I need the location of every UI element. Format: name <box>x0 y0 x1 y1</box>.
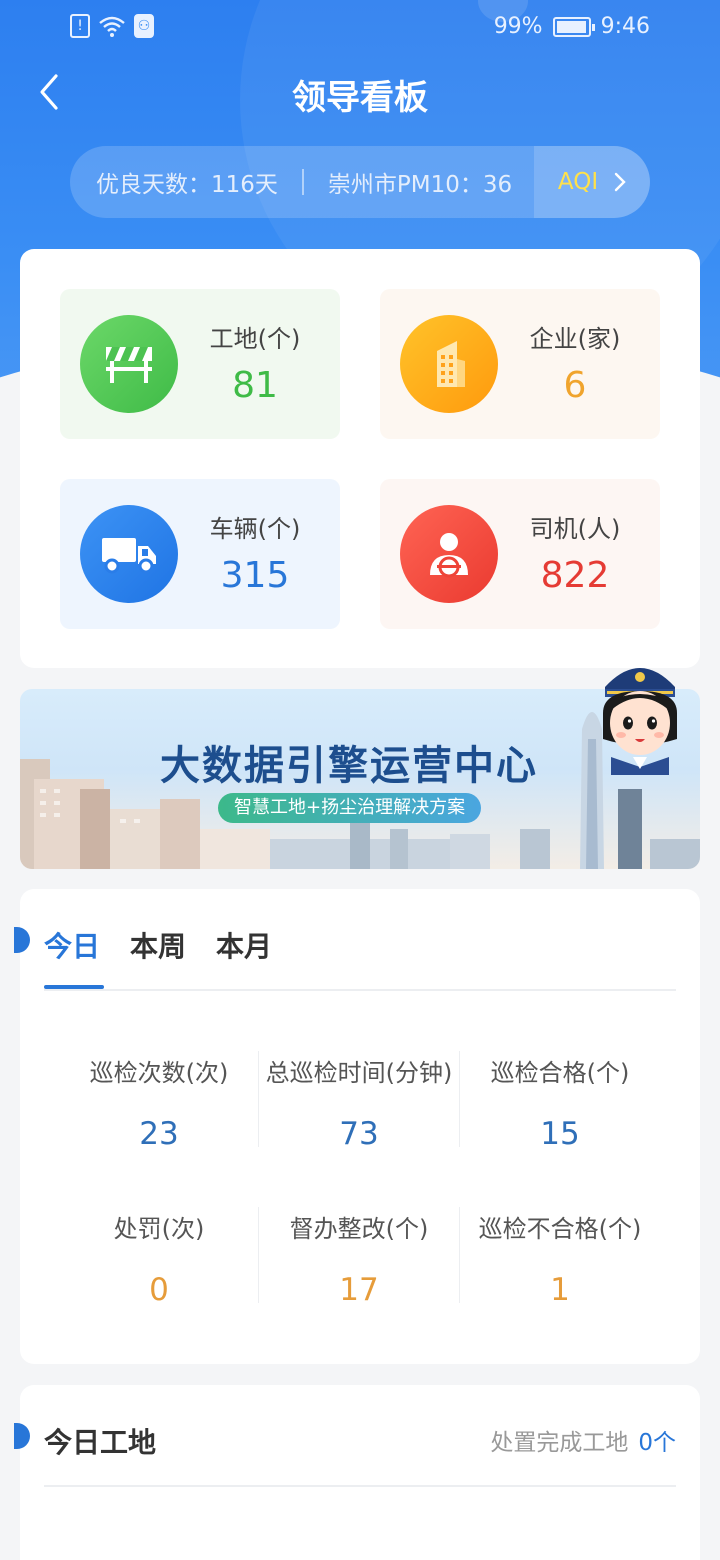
completed-sites-count: 0个 <box>638 1430 676 1456</box>
active-tab-indicator <box>44 985 104 989</box>
clock: 9:46 <box>600 14 650 39</box>
stat-drivers[interactable]: 司机(人) 822 <box>380 479 660 629</box>
construction-barrier-icon <box>80 315 178 413</box>
section-title: 今日工地 <box>44 1426 157 1459</box>
stat-label: 司机(人) <box>529 515 621 543</box>
aqi-summary-bar[interactable]: 优良天数：116天 崇州市PM10：36 AQI <box>70 146 650 218</box>
metric-inspection-passed[interactable]: 巡检合格(个) 15 <box>460 1053 660 1152</box>
police-mascot-icon <box>603 668 677 775</box>
good-days-text: 优良天数：116天 <box>96 172 278 198</box>
top-nav: 领导看板 <box>0 60 720 124</box>
metric-label: 巡检不合格(个) <box>478 1215 642 1243</box>
tab-this-month[interactable]: 本月 <box>216 925 272 965</box>
driver-icon <box>400 505 498 603</box>
pm10-text: 崇州市PM10：36 <box>327 172 513 198</box>
stat-vehicles[interactable]: 车辆(个) 315 <box>60 479 340 629</box>
stat-enterprises[interactable]: 企业(家) 6 <box>380 289 660 439</box>
metric-label: 处罚(次) <box>113 1215 205 1243</box>
today-sites-card: 今日工地 处置完成工地 0个 <box>14 1385 700 1560</box>
metric-inspection-count[interactable]: 巡检次数(次) 23 <box>59 1053 259 1152</box>
metric-label: 巡检次数(次) <box>89 1059 229 1087</box>
wifi-icon <box>98 14 126 38</box>
chevron-right-icon <box>614 172 626 192</box>
stat-value: 822 <box>540 555 610 596</box>
metric-value: 73 <box>339 1116 379 1152</box>
completed-sites-label: 处置完成工地 <box>490 1430 629 1456</box>
metric-label: 总巡检时间(分钟) <box>265 1059 453 1087</box>
banner-subtitle: 智慧工地+扬尘治理解决方案 <box>218 793 482 823</box>
metric-label: 巡检合格(个) <box>490 1059 630 1087</box>
metric-value: 0 <box>149 1272 169 1308</box>
page-title: 领导看板 <box>292 78 428 118</box>
banner-title: 大数据引擎运营中心 <box>160 743 538 789</box>
stat-label: 企业(家) <box>529 325 621 353</box>
stat-value: 6 <box>563 365 587 406</box>
divider <box>301 169 304 195</box>
stat-label: 车辆(个) <box>209 515 301 543</box>
battery-percent: 99% <box>493 14 543 39</box>
metric-inspection-failed[interactable]: 巡检不合格(个) 1 <box>460 1209 660 1308</box>
stat-construction-sites[interactable]: 工地(个) 81 <box>60 289 340 439</box>
tab-divider <box>44 989 676 991</box>
stat-label: 工地(个) <box>209 325 301 353</box>
stat-value: 315 <box>220 555 290 596</box>
building-icon <box>400 315 498 413</box>
aqi-label: AQI <box>557 169 599 195</box>
app-notification-icon: ⚇ <box>134 14 154 38</box>
metric-value: 15 <box>540 1116 580 1152</box>
period-tabs: 今日 本周 本月 <box>44 925 272 965</box>
divider <box>44 1485 676 1487</box>
metric-value: 23 <box>139 1116 179 1152</box>
truck-icon <box>80 505 178 603</box>
aqi-button[interactable]: AQI <box>534 146 650 218</box>
tab-today[interactable]: 今日 <box>44 925 100 965</box>
alert-icon: ! <box>70 14 90 38</box>
status-bar: ! ⚇ 99% 9:46 <box>0 0 720 56</box>
metric-value: 1 <box>550 1272 570 1308</box>
section-marker <box>14 1423 30 1449</box>
section-marker <box>14 927 30 953</box>
metric-inspection-time[interactable]: 总巡检时间(分钟) 73 <box>259 1053 459 1152</box>
completed-sites-summary[interactable]: 处置完成工地 0个 <box>490 1423 676 1457</box>
battery-icon <box>552 16 595 37</box>
tab-this-week[interactable]: 本周 <box>130 925 186 965</box>
metric-label: 督办整改(个) <box>289 1215 429 1243</box>
inspection-card: 今日 本周 本月 巡检次数(次) 23 总巡检时间(分钟) 73 巡检合格(个)… <box>14 889 700 1364</box>
stats-card: 工地(个) 81 企业(家) 6 车辆(个) 315 司机(人) 822 <box>20 249 700 668</box>
metric-rectifications[interactable]: 督办整改(个) 17 <box>259 1209 459 1308</box>
metric-penalties[interactable]: 处罚(次) 0 <box>59 1209 259 1308</box>
stat-value: 81 <box>232 365 278 406</box>
metric-value: 17 <box>339 1272 379 1308</box>
